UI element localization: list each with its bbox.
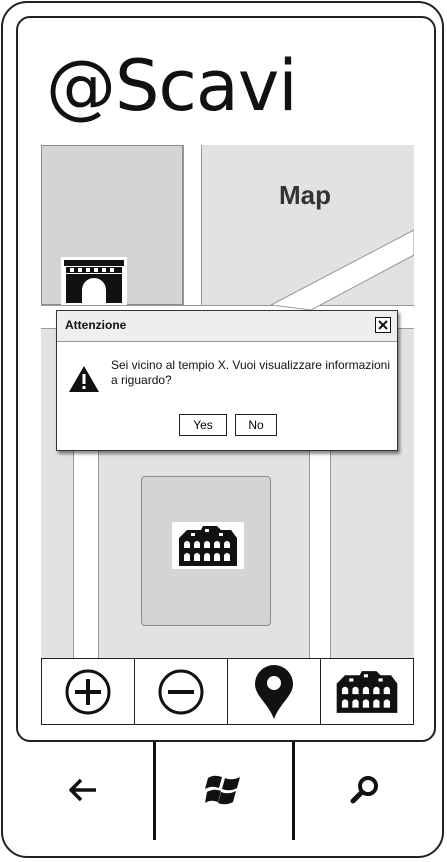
map-toolbar: [41, 658, 414, 725]
app-title: @Scavi: [46, 45, 298, 127]
dialog-message: Sei vicino al tempio X. Vuoi visualizzar…: [111, 358, 391, 387]
my-location-button[interactable]: [228, 659, 321, 724]
yes-button[interactable]: Yes: [179, 414, 227, 436]
no-button[interactable]: No: [235, 414, 277, 436]
zoom-in-icon: [65, 669, 111, 714]
start-button[interactable]: [156, 739, 292, 840]
back-arrow-icon: [69, 778, 96, 801]
attention-dialog: Attenzione Sei vicino al tempio X. Vuoi …: [56, 310, 398, 451]
dialog-header: Attenzione: [57, 311, 397, 342]
monuments-button[interactable]: [321, 659, 413, 724]
search-icon: [350, 775, 378, 803]
warning-icon: [69, 366, 99, 392]
zoom-out-button[interactable]: [135, 659, 228, 724]
zoom-in-button[interactable]: [42, 659, 135, 724]
zoom-out-icon: [158, 669, 204, 714]
colosseum-marker-icon[interactable]: [172, 522, 244, 569]
location-pin-icon: [255, 664, 293, 719]
back-button[interactable]: [13, 739, 153, 840]
dialog-close-button[interactable]: [375, 317, 391, 333]
temple-arch-icon[interactable]: [61, 257, 127, 305]
windows-logo-icon: [205, 775, 240, 804]
dialog-title: Attenzione: [65, 318, 127, 332]
map-label: Map: [279, 180, 331, 210]
colosseum-icon: [336, 670, 398, 713]
search-hardware-button[interactable]: [295, 739, 435, 840]
close-icon: [378, 320, 388, 330]
